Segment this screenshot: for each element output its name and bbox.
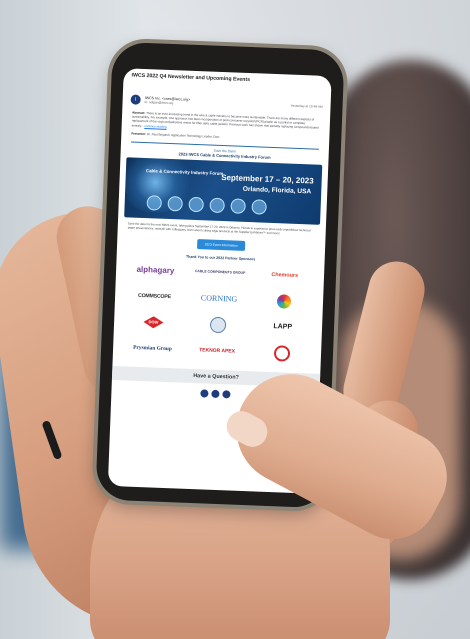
presenter-text: Dr. Paul Brigandi, Application Technolog… (146, 131, 220, 139)
sponsor-globe-cell[interactable] (186, 315, 249, 335)
sponsor-corning-logo[interactable]: CORNING (187, 289, 250, 309)
sponsor-circle-cell[interactable] (250, 343, 313, 363)
twitter-icon[interactable] (211, 389, 220, 398)
email-date: Yesterday at 10:48 AM (290, 103, 323, 109)
event-info-button[interactable]: 2023 Event Information (196, 238, 246, 251)
sponsor-dow-cell[interactable]: DOW (122, 312, 185, 332)
facebook-icon[interactable] (200, 389, 209, 398)
rainbow-ring-logo-icon (276, 294, 291, 309)
signal-icon (209, 197, 225, 213)
linkedin-icon[interactable] (222, 389, 231, 399)
sponsor-teknor-apex-logo[interactable]: TEKNOR APEX (185, 341, 248, 361)
continue-reading-link[interactable]: continue reading (144, 124, 166, 129)
server-icon (230, 198, 246, 214)
banner-location: Orlando, Florida, USA (242, 185, 312, 196)
network-icon (146, 194, 163, 211)
sponsor-ring-logo-cell[interactable] (252, 291, 315, 311)
check-icon (251, 198, 267, 215)
sponsor-prysmian-logo[interactable]: Prysmian Group (121, 338, 184, 358)
sponsor-alphagary-logo[interactable]: alphagary (124, 260, 187, 280)
sponsor-chemours-logo[interactable]: Chemours (253, 265, 316, 285)
event-banner[interactable]: Cable & Connectivity Industry Forum Sept… (124, 157, 323, 225)
chip-icon (188, 196, 204, 213)
sponsor-logo-grid: alphagary CABLE COMPONENTS GROUP Chemour… (113, 260, 325, 364)
email-subject: IWCS 2022 Q4 Newsletter and Upcoming Eve… (131, 72, 251, 84)
sponsor-dow-logo: DOW (143, 316, 163, 329)
avatar: I (130, 94, 141, 105)
sponsor-cable-components-logo[interactable]: CABLE COMPONENTS GROUP (188, 263, 251, 283)
circle-logo-icon (273, 344, 290, 362)
banner-dates: September 17 – 20, 2023 (221, 172, 314, 186)
presenter-label: Presenter: (131, 131, 147, 136)
photo-scene: IWCS 2022 Q4 Newsletter and Upcoming Eve… (0, 0, 470, 639)
sponsor-commscope-logo[interactable]: COMMSCOPE (123, 286, 186, 306)
sponsor-lapp-logo[interactable]: LAPP (251, 317, 314, 337)
cable-icon (167, 195, 183, 212)
globe-logo-icon (209, 316, 227, 334)
